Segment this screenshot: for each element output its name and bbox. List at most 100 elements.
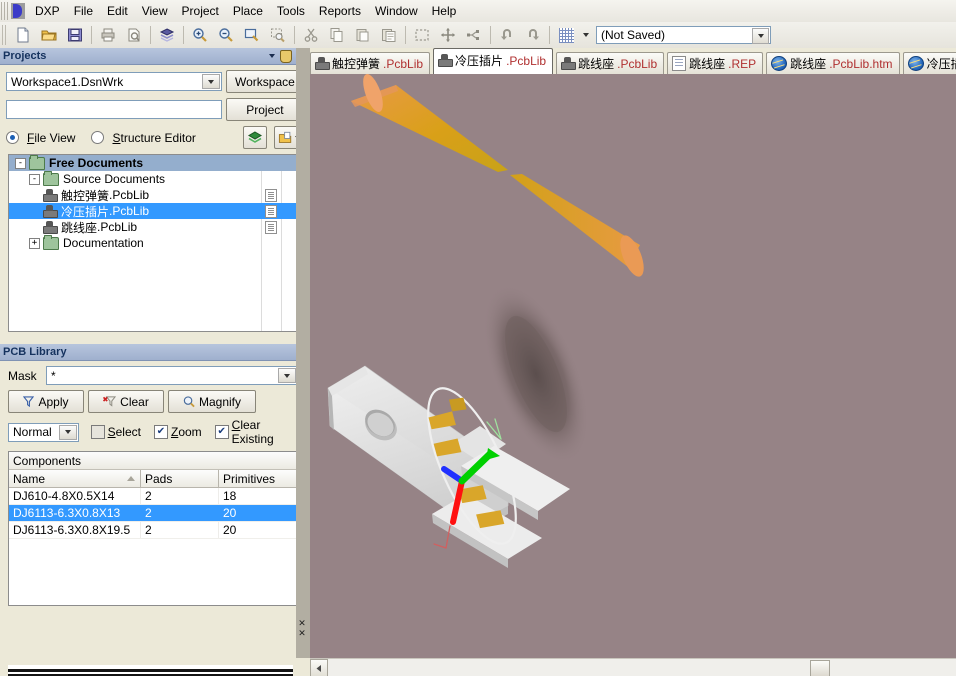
column-header-primitives[interactable]: Primitives	[219, 470, 296, 487]
tree-item[interactable]: 跳线座 .PcbLib	[9, 219, 301, 235]
print-preview-icon[interactable]	[122, 23, 146, 47]
print-icon[interactable]	[96, 23, 120, 47]
menu-item-place[interactable]: Place	[226, 2, 270, 20]
saved-state-combo[interactable]: (Not Saved)	[596, 26, 771, 44]
pcblib-icon	[43, 204, 58, 218]
grid-dropdown-arrow[interactable]	[579, 25, 592, 45]
menu-gripper[interactable]	[1, 2, 9, 20]
redo-icon[interactable]	[521, 23, 545, 47]
mode-combo[interactable]: Normal	[8, 422, 79, 442]
grid-selector[interactable]	[553, 23, 592, 47]
components-row[interactable]: DJ6113-6.3X0.8X19.5 2 20	[9, 522, 301, 539]
select-area-icon[interactable]	[410, 23, 434, 47]
tree-item[interactable]: - Free Documents	[9, 155, 301, 171]
saved-state-dropdown-arrow[interactable]	[752, 28, 769, 44]
project-field[interactable]	[6, 100, 222, 119]
zoom-out-icon[interactable]	[214, 23, 238, 47]
document-tab-5[interactable]: 跳线座 .PcbLib.htm	[766, 52, 900, 74]
document-tab-4[interactable]: 跳线座 .REP	[667, 52, 764, 74]
footprint-preview[interactable]	[8, 665, 293, 676]
select-checkbox[interactable]	[90, 425, 105, 439]
projects-menu-chevron-down-icon[interactable]	[265, 49, 279, 63]
document-tab-extension: .PcbLib.htm	[829, 56, 893, 71]
project-tree[interactable]: - Free Documents - Source Documents 触控弹簧 .Pcb…	[8, 154, 302, 332]
tree-item[interactable]: 触控弹簧 .PcbLib	[9, 187, 301, 203]
radio-file-view[interactable]	[6, 131, 19, 144]
magnify-button[interactable]: Magnify	[168, 390, 256, 413]
cut-icon[interactable]	[299, 23, 323, 47]
paste-special-icon[interactable]	[377, 23, 401, 47]
zoom-in-icon[interactable]	[188, 23, 212, 47]
tree-expand-toggle[interactable]: -	[29, 173, 40, 185]
menu-label-edit: Edit	[107, 4, 128, 18]
paste-icon[interactable]	[351, 23, 375, 47]
select-check-group[interactable]: Select	[90, 425, 150, 439]
dock-splitter[interactable]	[296, 48, 310, 658]
radio-structure-editor[interactable]	[91, 131, 105, 144]
projects-panel-title: Projects	[3, 50, 47, 62]
mask-dropdown-arrow[interactable]	[278, 368, 296, 383]
tree-item[interactable]: - Source Documents	[9, 170, 301, 187]
mode-dropdown-arrow[interactable]	[58, 424, 77, 440]
document-tab-2[interactable]: 冷压插片 .PcbLib	[433, 48, 554, 74]
grid-icon[interactable]	[554, 23, 578, 47]
tree-item-label: 冷压插片	[61, 204, 110, 219]
open-document-icon[interactable]	[37, 23, 61, 47]
menu-item-edit[interactable]: Edit	[100, 2, 135, 20]
document-tab-name: 冷压插片	[926, 57, 956, 71]
clear-existing-checkbox[interactable]: ✔	[214, 425, 229, 439]
zoom-checkbox[interactable]: ✔	[153, 425, 168, 439]
tree-expand-toggle[interactable]: +	[29, 237, 40, 249]
new-document-icon[interactable]	[11, 23, 35, 47]
pcblib-icon	[315, 57, 330, 70]
menu-item-view[interactable]: View	[135, 2, 175, 20]
project-button[interactable]: Project	[225, 98, 304, 121]
column-header-name[interactable]: Name	[9, 470, 141, 487]
menu-item-project[interactable]: Project	[175, 2, 226, 20]
menu-label-help: Help	[431, 4, 457, 18]
workspace-button[interactable]: Workspace	[225, 70, 304, 93]
select-checkbox-label: Select	[107, 425, 141, 439]
zoom-check-group[interactable]: ✔ Zoom	[153, 425, 211, 439]
project-options-icon[interactable]	[243, 126, 267, 149]
menu-label-project: Project	[181, 4, 219, 18]
preview-splitter-grip[interactable]: ✕ ✕	[296, 618, 308, 640]
zoom-area-icon[interactable]	[266, 23, 290, 47]
workspace-combo[interactable]: Workspace1.DsnWrk	[6, 72, 222, 91]
tree-expand-toggle[interactable]: -	[15, 157, 26, 169]
menu-item-help[interactable]: Help	[425, 2, 464, 20]
tree-item[interactable]: 冷压插片 .PcbLib	[9, 203, 301, 219]
undo-icon[interactable]	[495, 23, 519, 47]
clear-existing-checkbox-label: Clear Existing	[231, 418, 274, 446]
scroll-thumb[interactable]	[810, 659, 830, 676]
cross-probe-icon[interactable]	[462, 23, 486, 47]
zoom-fit-icon[interactable]	[240, 23, 264, 47]
components-row[interactable]: DJ610-4.8X0.5X14 2 18	[9, 488, 301, 505]
pcb-3d-viewport[interactable]	[310, 74, 956, 658]
components-row[interactable]: DJ6113-6.3X0.8X13 2 20	[9, 505, 301, 522]
components-grid[interactable]: Components Name Pads Primitives DJ610-4.…	[8, 451, 302, 606]
menu-item-dxp[interactable]: DXP	[28, 2, 67, 20]
move-icon[interactable]	[436, 23, 460, 47]
menu-item-reports[interactable]: Reports	[312, 2, 368, 20]
copy-icon[interactable]	[325, 23, 349, 47]
layers-icon[interactable]	[155, 23, 179, 47]
toolbar-gripper[interactable]	[2, 25, 8, 45]
menu-item-window[interactable]: Window	[368, 2, 425, 20]
mask-input[interactable]: *	[46, 366, 298, 385]
viewport-horizontal-scrollbar[interactable]	[310, 658, 956, 676]
scroll-left-arrow[interactable]	[310, 659, 328, 676]
menu-item-file[interactable]: File	[67, 2, 100, 20]
apply-button[interactable]: Apply	[8, 390, 84, 413]
menu-item-tools[interactable]: Tools	[270, 2, 312, 20]
clear-existing-check-group[interactable]: ✔ Clear Existing	[214, 418, 302, 446]
tree-item[interactable]: + Documentation	[9, 234, 301, 251]
projects-pin-icon[interactable]	[279, 49, 293, 63]
document-tab-6[interactable]: 冷压插片.Pcbl	[902, 52, 956, 74]
clear-button[interactable]: Clear	[88, 390, 164, 413]
document-tab-1[interactable]: 触控弹簧 .PcbLib	[310, 52, 431, 74]
document-tab-3[interactable]: 跳线座 .PcbLib	[556, 52, 665, 74]
workspace-dropdown-arrow[interactable]	[201, 74, 220, 89]
save-document-icon[interactable]	[63, 23, 87, 47]
column-header-pads[interactable]: Pads	[141, 470, 219, 487]
